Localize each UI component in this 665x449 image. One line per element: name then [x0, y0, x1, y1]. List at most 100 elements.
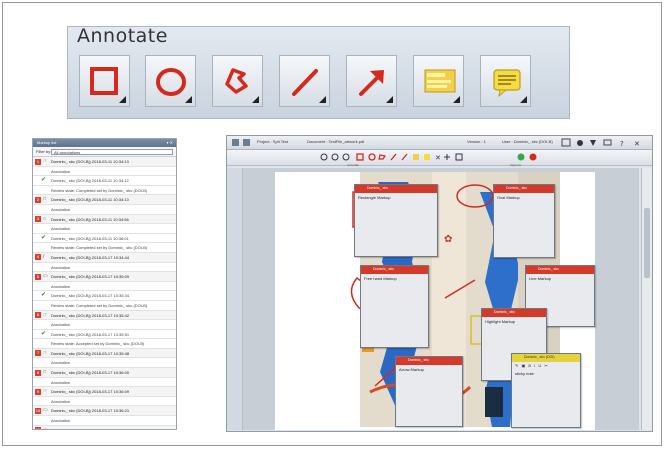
- filter-label: Filter by: [36, 149, 51, 154]
- note-author: Dominic_ sbc: [494, 310, 516, 314]
- viewer-toolbar: Annotate Approve ✕: [227, 150, 652, 167]
- item-number-badge: 4: [35, 254, 41, 261]
- list-item-detail[interactable]: Annotation: [33, 358, 176, 369]
- viewer-tool-icons[interactable]: ✕: [319, 150, 599, 166]
- note-body[interactable]: Free hand Markup: [361, 274, 428, 283]
- note-author: Dominic_ sbc: [373, 267, 395, 271]
- item-number-badge: 1: [35, 158, 41, 165]
- dropdown-corner-icon: [119, 96, 126, 103]
- review-entry[interactable]: ✔ Dominic_ sbc (DOI-Bj) 2018-03-17 10:35:…: [33, 330, 176, 340]
- note-arrow[interactable]: Dominic_ sbc Arrow Markup: [395, 356, 463, 427]
- list-item-detail[interactable]: Review state: Completed set by Dominic_ …: [33, 186, 176, 196]
- item-number-badge: 6: [35, 312, 41, 318]
- note-body[interactable]: Arrow Markup: [396, 365, 462, 374]
- dropdown-corner-icon: [386, 96, 393, 103]
- note-body[interactable]: Line Markup: [526, 274, 594, 283]
- list-item-detail[interactable]: Annotation: [33, 205, 176, 215]
- list-item[interactable]: 5 ▭ Dominic_ sbc (DOI-Bj) 2018-03-17 10:35…: [33, 272, 176, 282]
- list-item-text: Dominic_ sbc (DOI-Bj) 2018-03-17 10:35:0…: [51, 274, 130, 280]
- check-icon: ✔: [41, 234, 47, 241]
- list-item[interactable]: 7 ☞ Dominic_ sbc (DOI-Bj) 2018-03-17 10:35…: [33, 348, 176, 359]
- viewer-app-icons[interactable]: [229, 136, 259, 150]
- list-item-detail[interactable]: Annotation: [33, 282, 176, 292]
- list-item-detail[interactable]: Review state: Completed set by Dominic_ …: [33, 301, 176, 311]
- list-item[interactable]: 3 ○ Dominic_ sbc (DOI-Bj) 2018-03-11 10:34…: [33, 214, 176, 225]
- svg-text:?: ?: [620, 140, 624, 148]
- note-header: Dominic_ sbc: [482, 309, 546, 317]
- list-item-text: Review state: Completed set by Dominic_ …: [51, 302, 148, 308]
- list-item[interactable]: 2 □ Dominic_ sbc (DOI-Bj) 2018-03-11 10:34…: [33, 195, 176, 205]
- left-scroll-strip[interactable]: [227, 168, 243, 430]
- polygon-tool-button[interactable]: [212, 55, 263, 107]
- note-header: Dominic_ sbc: [526, 266, 594, 274]
- review-entry[interactable]: ✔ Dominic_ sbc (DOI-Bj) 2018-03-11 10:34:…: [33, 176, 176, 186]
- review-entry[interactable]: ✔ Dominic_ sbc (DOI-Bj) 2018-03-17 10:35:…: [33, 291, 176, 301]
- note-body[interactable]: sticky note: [512, 369, 580, 378]
- list-item[interactable]: 1 ☞ Dominic_ sbc (DOI-Bj) 2018-03-11 10:34…: [33, 157, 176, 167]
- dropdown-corner-icon: [453, 96, 460, 103]
- note-body[interactable]: Rectangle Markup: [355, 193, 437, 202]
- list-item-detail[interactable]: Review state: Completed set by Dominic_ …: [33, 243, 176, 253]
- highlight-tool-button[interactable]: [413, 55, 464, 107]
- list-item-text: Review state: Completed set by Dominic_ …: [51, 187, 148, 193]
- svg-text:✕: ✕: [435, 154, 441, 162]
- review-entry[interactable]: ✔ Dominic_ sbc (DOI-Bj) 2018-03-11 10:36:…: [33, 234, 176, 244]
- line-tool-button[interactable]: [279, 55, 330, 107]
- list-item[interactable]: 6 ☞ Dominic_ sbc (DOI-Bj) 2018-03-17 10:35…: [33, 310, 176, 321]
- list-item-text: Annotation: [51, 264, 71, 270]
- list-item-text: Dominic_ sbc (DOI-Bj) 2018-03-11 10:34:1…: [51, 178, 129, 184]
- markup-type-icon: □: [43, 369, 47, 376]
- note-format-toolbar[interactable]: ✎ ▣ B I U ✂: [512, 362, 580, 369]
- list-item-detail[interactable]: Annotation: [33, 397, 176, 407]
- list-item-detail[interactable]: Annotation: [33, 224, 176, 234]
- list-item-text: Dominic_ sbc (DOI-Bj) 2018-03-17 10:36:2…: [51, 408, 130, 414]
- note-oval[interactable]: Dominic_ sbc Oval Markup: [493, 184, 555, 258]
- list-item-text: Dominic_ sbc (DOI-Bj) 2018-03-17 10:36:0…: [51, 370, 130, 376]
- list-item[interactable]: 8 □ Dominic_ sbc (DOI-Bj) 2018-03-17 10:36…: [33, 368, 176, 378]
- markup-type-icon: ▭: [43, 407, 48, 414]
- note-tool-button[interactable]: [480, 55, 531, 107]
- markup-type-icon: ☞: [43, 158, 48, 164]
- filter-select[interactable]: All annotations: [51, 149, 173, 155]
- markup-list-header: Markup list ▾ ✕: [33, 139, 176, 147]
- list-item[interactable]: 4/ Dominic_ sbc (DOI-Bj) 2018-03-17 10:34…: [33, 252, 176, 263]
- list-item-detail[interactable]: Annotation: [33, 378, 176, 388]
- note-freehand[interactable]: Dominic_ sbc Free hand Markup: [360, 265, 429, 348]
- list-item-text: Annotation: [51, 168, 71, 174]
- panel-controls-icon[interactable]: ▾ ✕: [167, 140, 173, 145]
- markup-type-icon: ☞: [43, 311, 48, 318]
- list-item-detail[interactable]: Review state: Accepted set by Dominic_ s…: [33, 339, 176, 349]
- note-body[interactable]: Highlight Markup: [482, 317, 546, 326]
- note-author: Dominic_ sbc: [538, 267, 560, 271]
- document-viewer-window: Project : Spit Test Document : TestFile_…: [226, 135, 653, 432]
- arrow-tool-button[interactable]: [346, 55, 397, 107]
- list-item[interactable]: 10 ▭ Dominic_ sbc (DOI-Bj) 2018-03-17 10:3…: [33, 406, 176, 417]
- list-item-detail[interactable]: Annotation: [33, 320, 176, 330]
- list-item-text: Annotation: [51, 283, 71, 289]
- rectangle-tool-button[interactable]: [79, 55, 130, 107]
- note-body[interactable]: Oval Markup: [494, 193, 554, 202]
- annotate-title: Annotate: [77, 25, 168, 47]
- item-number-badge: 2: [35, 196, 41, 203]
- list-item-text: Dominic_ sbc (DOI-Bj) 2018-03-17 10:35:5…: [51, 331, 130, 337]
- vertical-scrollbar[interactable]: [641, 168, 652, 430]
- note-sticky[interactable]: Dominic_ sbc (DOI) ✎ ▣ B I U ✂ sticky no…: [511, 353, 581, 428]
- list-item-detail[interactable]: Annotation: [33, 167, 176, 177]
- item-number-badge: 9: [35, 388, 41, 395]
- item-number-badge: 11: [35, 427, 41, 429]
- list-item-detail[interactable]: Annotation: [33, 263, 176, 273]
- list-item-text: Annotation: [51, 322, 71, 328]
- scrollbar-thumb[interactable]: [644, 208, 650, 278]
- list-item-text: Dominic_ sbc (DOI-Bj) 2018-03-17 10:36:3…: [51, 426, 129, 429]
- note-header: Dominic_ sbc: [494, 185, 554, 193]
- list-item-text: Annotation: [51, 360, 71, 366]
- ellipse-tool-button[interactable]: [145, 55, 196, 107]
- list-item-detail[interactable]: Annotation: [33, 416, 176, 426]
- item-number-badge: 10: [35, 407, 41, 414]
- list-item[interactable]: 11☞Dominic_ sbc (DOI-Bj) 2018-03-17 10:3…: [33, 425, 176, 429]
- filter-row: Filter by All annotations: [33, 147, 176, 157]
- markup-type-icon: ▭: [43, 273, 48, 280]
- note-rectangle[interactable]: Dominic_ sbc Rectangle Markup: [354, 184, 438, 257]
- list-item[interactable]: 9 ☞ Dominic_ sbc (DOI-Bj) 2018-03-17 10:36…: [33, 387, 176, 397]
- viewer-window-controls[interactable]: ? ✕: [560, 136, 650, 150]
